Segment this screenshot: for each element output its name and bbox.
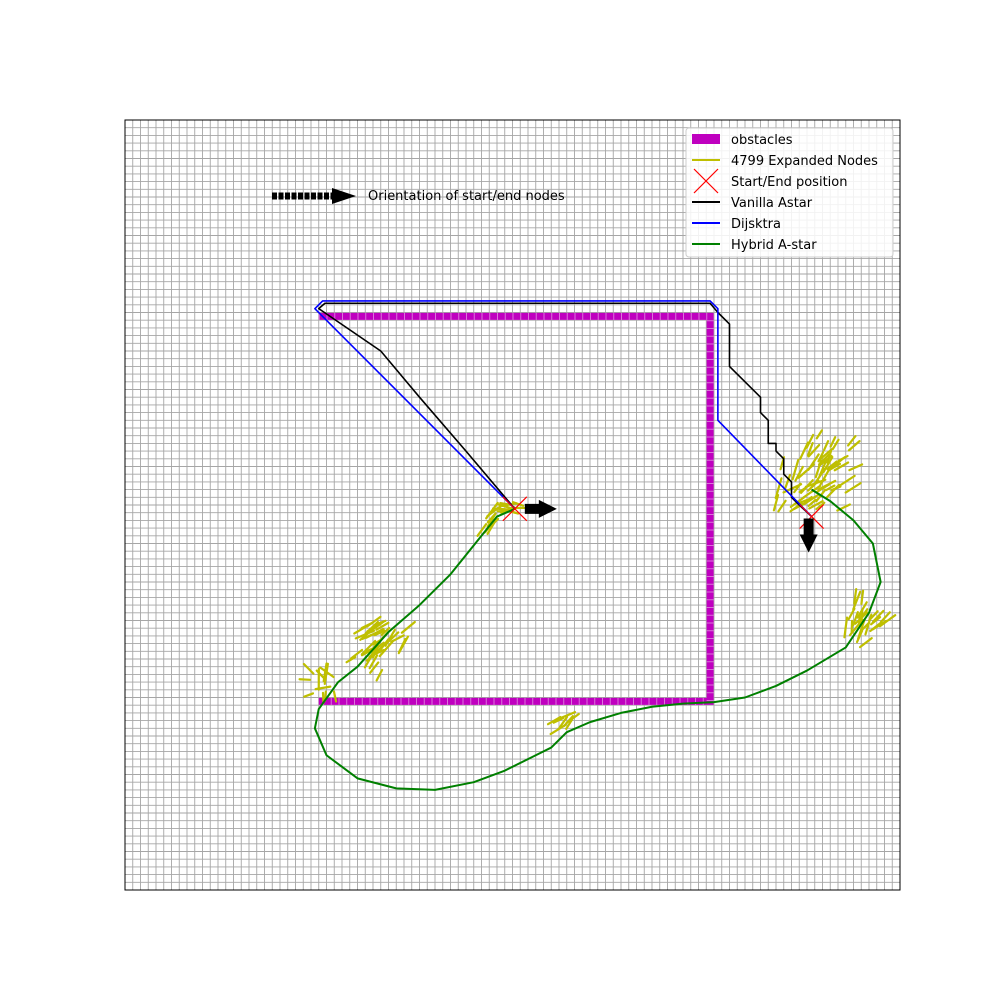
legend-label-obstacles: obstacles [731,133,793,148]
legend-label-start-end: Start/End position [731,175,847,190]
orientation-annotation-text: Orientation of start/end nodes [368,189,565,204]
expanded-node-segment [298,678,312,681]
legend-label-expanded-nodes: 4799 Expanded Nodes [731,154,878,169]
legend-swatch-obstacles [692,134,720,144]
path-planning-plot: Orientation of start/end nodes obstacles… [0,0,1000,1000]
legend: obstacles 4799 Expanded Nodes Start/End … [685,127,894,258]
legend-label-dijsktra: Dijsktra [731,217,781,232]
legend-label-hybrid-astar: Hybrid A-star [731,238,817,253]
legend-label-vanilla-astar: Vanilla Astar [731,196,813,211]
